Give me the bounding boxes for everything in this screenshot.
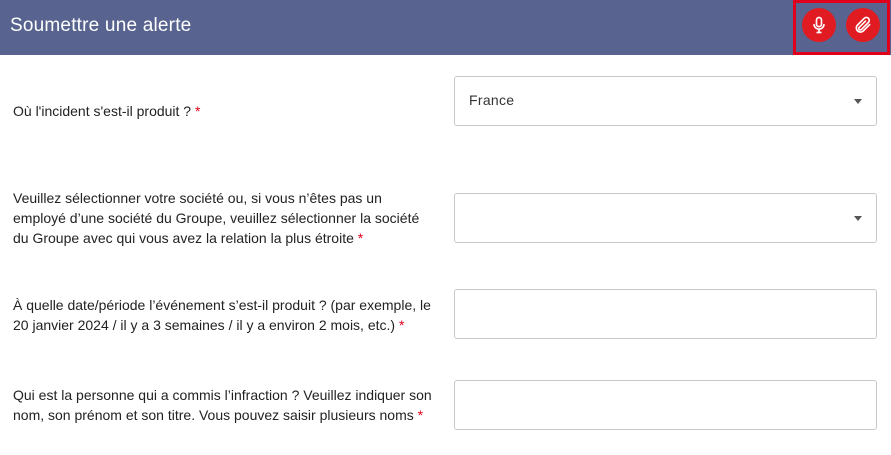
required-marker: * bbox=[357, 230, 364, 246]
question-date-label: À quelle date/période l’événement s’est-… bbox=[13, 297, 431, 333]
location-select-value: France bbox=[469, 92, 515, 108]
company-select[interactable] bbox=[454, 193, 877, 243]
voice-record-button[interactable] bbox=[802, 8, 836, 42]
required-marker: * bbox=[195, 103, 201, 119]
chevron-down-icon bbox=[854, 216, 862, 221]
question-company-label: Veuillez sélectionner votre société ou, … bbox=[13, 190, 420, 246]
microphone-icon bbox=[813, 16, 825, 34]
date-input[interactable] bbox=[454, 289, 877, 339]
question-location-label: Où l'incident s'est-il produit ? * bbox=[13, 103, 201, 119]
required-marker: * bbox=[417, 407, 424, 423]
question-offender-label: Qui est la personne qui a commis l’infra… bbox=[13, 387, 432, 423]
form-header: Soumettre une alerte bbox=[0, 0, 891, 55]
chevron-down-icon bbox=[854, 99, 862, 104]
required-marker: * bbox=[398, 317, 405, 333]
paperclip-icon bbox=[855, 16, 871, 33]
form-title: Soumettre une alerte bbox=[10, 15, 192, 36]
location-select[interactable]: France bbox=[454, 76, 877, 126]
offender-input[interactable] bbox=[454, 380, 877, 430]
attach-file-button[interactable] bbox=[846, 8, 880, 42]
